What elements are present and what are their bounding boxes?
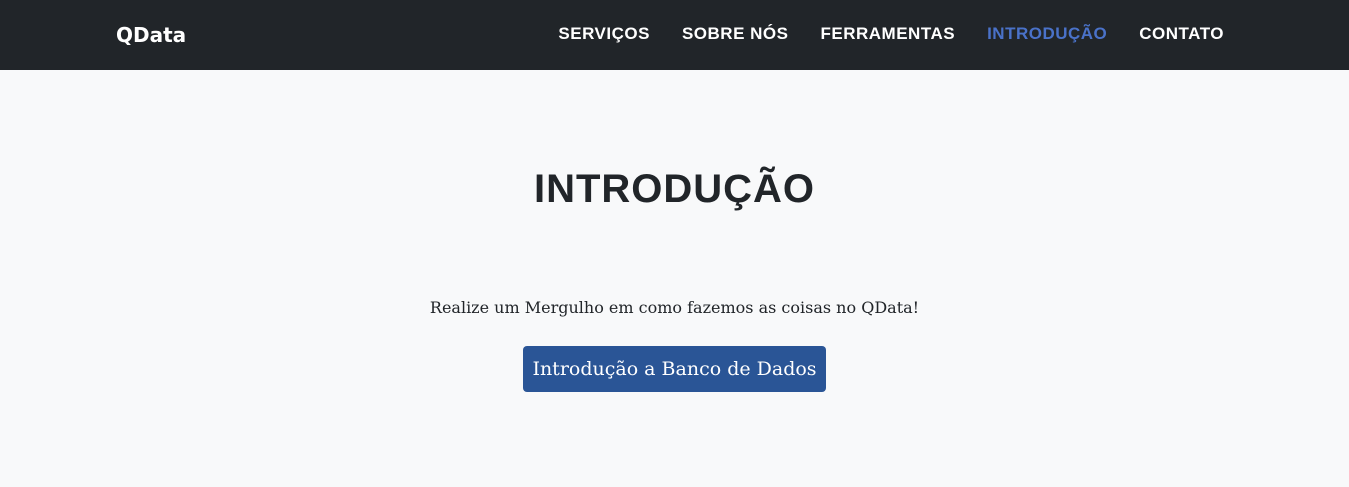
section-lead-text: Realize um Mergulho em como fazemos as c… — [429, 298, 920, 317]
nav-item-servicos: SERVIÇOS — [558, 21, 650, 47]
nav-item-ferramentas: FERRAMENTAS — [820, 21, 955, 47]
intro-database-button[interactable]: Introdução a Banco de Dados — [523, 346, 826, 392]
nav-menu: SERVIÇOS SOBRE NÓS FERRAMENTAS INTRODUÇÃ… — [558, 21, 1224, 47]
nav-item-contato: CONTATO — [1139, 21, 1224, 47]
nav-link-sobre-nos[interactable]: SOBRE NÓS — [682, 21, 789, 47]
nav-link-ferramentas[interactable]: FERRAMENTAS — [820, 21, 955, 47]
nav-link-introducao[interactable]: INTRODUÇÃO — [987, 21, 1107, 47]
nav-item-sobre-nos: SOBRE NÓS — [682, 21, 789, 47]
nav-link-servicos[interactable]: SERVIÇOS — [558, 21, 650, 47]
top-navbar: QData SERVIÇOS SOBRE NÓS FERRAMENTAS INT… — [0, 0, 1349, 70]
brand-logo[interactable]: QData — [116, 20, 186, 50]
nav-item-introducao: INTRODUÇÃO — [987, 21, 1107, 47]
nav-link-contato[interactable]: CONTATO — [1139, 21, 1224, 47]
intro-section: INTRODUÇÃO Realize um Mergulho em como f… — [0, 70, 1349, 487]
section-title: INTRODUÇÃO — [533, 167, 816, 211]
